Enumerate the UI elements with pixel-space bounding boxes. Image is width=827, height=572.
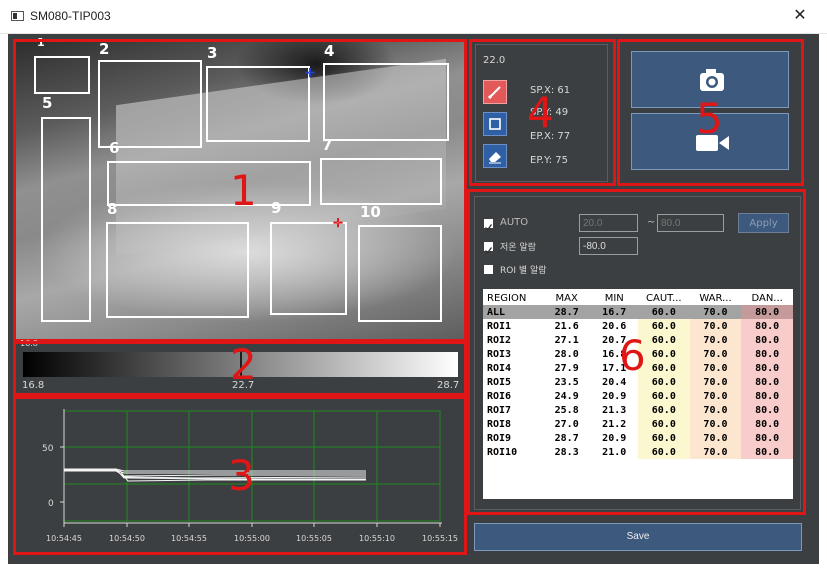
app-icon bbox=[11, 11, 24, 21]
annotation-number-4: 4 bbox=[527, 88, 554, 137]
annotation-number-2: 2 bbox=[230, 340, 257, 389]
window-title: SM080-TIP003 bbox=[30, 9, 111, 23]
annotation-number-3: 3 bbox=[228, 451, 255, 500]
title-bar bbox=[0, 0, 827, 34]
close-icon[interactable]: ✕ bbox=[790, 6, 810, 26]
annotation-number-6: 6 bbox=[619, 331, 646, 380]
save-button[interactable]: Save bbox=[474, 523, 802, 551]
annotation-number-5: 5 bbox=[696, 94, 723, 143]
annotation-number-1: 1 bbox=[230, 166, 257, 215]
